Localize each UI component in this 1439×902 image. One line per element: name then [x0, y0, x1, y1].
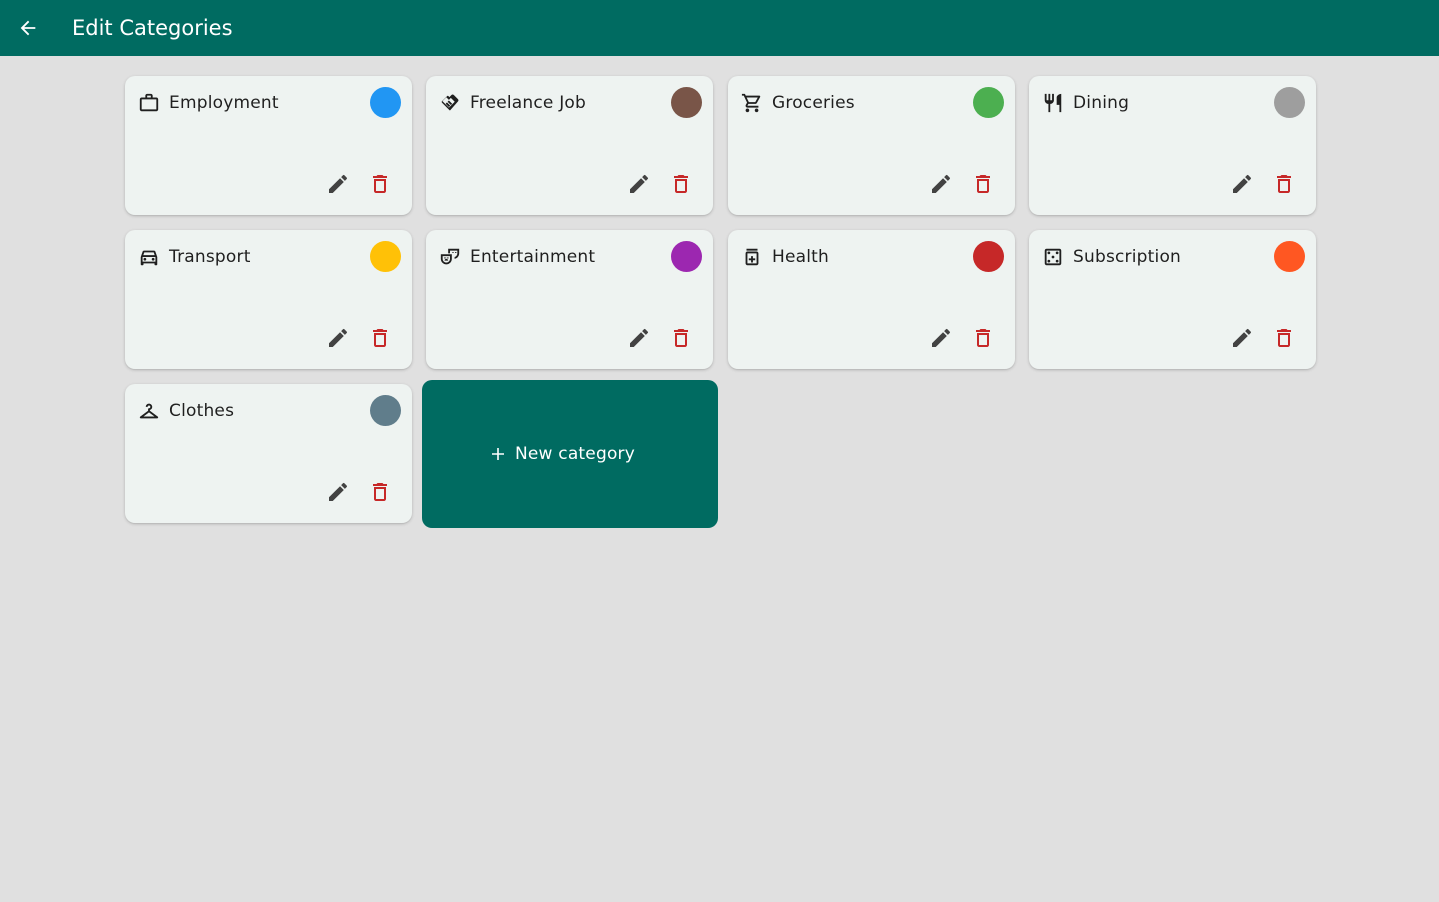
edit-button[interactable] [1229, 325, 1255, 351]
category-label: Entertainment [470, 247, 596, 267]
edit-button[interactable] [325, 171, 351, 197]
pencil-icon [329, 482, 348, 501]
delete-button[interactable] [668, 171, 694, 197]
pencil-icon [1233, 174, 1252, 193]
trash-icon [1277, 329, 1291, 347]
trash-icon [373, 175, 387, 193]
theater-masks-icon [439, 246, 461, 268]
delete-button[interactable] [367, 325, 393, 351]
delete-button[interactable] [367, 171, 393, 197]
category-color-swatch[interactable] [370, 87, 401, 118]
trash-icon [976, 329, 990, 347]
edit-button[interactable] [626, 171, 652, 197]
trash-icon [674, 175, 688, 193]
category-color-swatch[interactable] [1274, 241, 1305, 272]
delete-button[interactable] [1271, 325, 1297, 351]
category-grid: Employment Freelance Job Groceries Dinin… [0, 0, 1439, 902]
category-label: Health [772, 247, 830, 267]
trash-icon [1277, 175, 1291, 193]
category-color-swatch[interactable] [671, 87, 702, 118]
edit-button[interactable] [1229, 171, 1255, 197]
briefcase-icon [138, 92, 160, 114]
pencil-icon [630, 174, 649, 193]
new-category-label: New category [514, 444, 635, 464]
pencil-icon [329, 328, 348, 347]
edit-button[interactable] [928, 325, 954, 351]
trash-icon [373, 329, 387, 347]
delete-button[interactable] [367, 479, 393, 505]
category-color-swatch[interactable] [370, 395, 401, 426]
delete-button[interactable] [1271, 171, 1297, 197]
delete-button[interactable] [668, 325, 694, 351]
category-card-employment[interactable]: Employment [125, 76, 412, 215]
category-label: Clothes [169, 401, 235, 421]
medication-icon [741, 246, 763, 268]
new-category-button[interactable]: New category [422, 380, 718, 528]
category-label: Transport [169, 247, 251, 267]
new-category-content: New category [491, 442, 635, 466]
category-label: Employment [169, 93, 279, 113]
category-color-swatch[interactable] [671, 241, 702, 272]
trash-icon [674, 329, 688, 347]
category-label: Dining [1073, 93, 1130, 113]
restaurant-icon [1042, 92, 1064, 114]
delete-button[interactable] [970, 325, 996, 351]
pencil-icon [932, 328, 951, 347]
handshake-icon [439, 92, 461, 114]
category-color-swatch[interactable] [1274, 87, 1305, 118]
car-icon [138, 246, 160, 268]
category-card-entertainment[interactable]: Entertainment [426, 230, 713, 369]
category-color-swatch[interactable] [973, 241, 1004, 272]
category-card-freelance-job[interactable]: Freelance Job [426, 76, 713, 215]
category-card-groceries[interactable]: Groceries [728, 76, 1015, 215]
edit-button[interactable] [626, 325, 652, 351]
category-color-swatch[interactable] [973, 87, 1004, 118]
category-card-subscription[interactable]: Subscription [1029, 230, 1316, 369]
trash-icon [976, 175, 990, 193]
category-card-dining[interactable]: Dining [1029, 76, 1316, 215]
hanger-icon [138, 400, 160, 422]
category-label: Subscription [1073, 247, 1182, 267]
dice-icon [1042, 246, 1064, 268]
edit-button[interactable] [928, 171, 954, 197]
category-color-swatch[interactable] [370, 241, 401, 272]
shopping-cart-icon [741, 92, 763, 114]
pencil-icon [329, 174, 348, 193]
category-label: Groceries [772, 93, 855, 113]
delete-button[interactable] [970, 171, 996, 197]
plus-icon [491, 448, 504, 460]
edit-button[interactable] [325, 479, 351, 505]
edit-button[interactable] [325, 325, 351, 351]
category-label: Freelance Job [470, 93, 587, 113]
pencil-icon [630, 328, 649, 347]
pencil-icon [932, 174, 951, 193]
category-card-clothes[interactable]: Clothes [125, 384, 412, 523]
trash-icon [373, 483, 387, 501]
pencil-icon [1233, 328, 1252, 347]
category-card-health[interactable]: Health [728, 230, 1015, 369]
category-card-transport[interactable]: Transport [125, 230, 412, 369]
